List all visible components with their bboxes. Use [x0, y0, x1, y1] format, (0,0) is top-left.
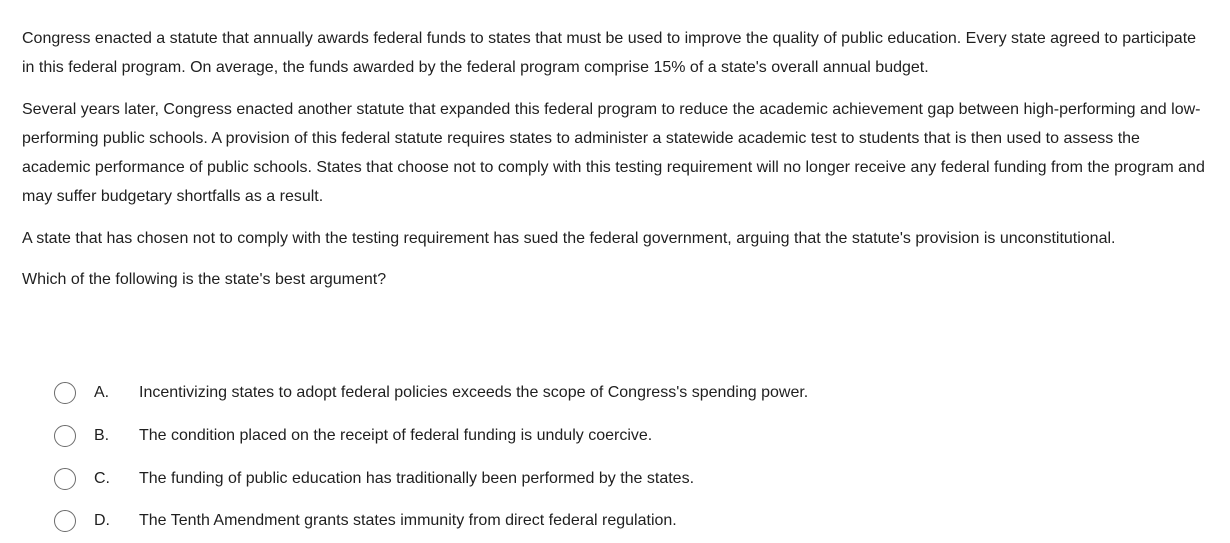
- radio-button-b[interactable]: [54, 425, 76, 448]
- choice-letter-d: D.: [94, 512, 110, 530]
- choice-text-c: The funding of public education has trad…: [139, 469, 695, 487]
- choice-letter-c: C.: [94, 469, 110, 487]
- radio-button-c[interactable]: [54, 467, 76, 490]
- question-paragraph-1: Congress enacted a statute that annually…: [22, 30, 1197, 77]
- radio-button-d[interactable]: [54, 510, 76, 533]
- choice-text-a: Incentivizing states to adopt federal po…: [139, 384, 809, 402]
- choice-text-d: The Tenth Amendment grants states immuni…: [139, 512, 677, 530]
- answer-choice-b[interactable]: B. The condition placed on the receipt o…: [54, 415, 1204, 458]
- choice-letter-a: A.: [94, 384, 110, 402]
- answer-choice-a[interactable]: A. Incentivizing states to adopt federal…: [54, 372, 1204, 415]
- radio-button-a[interactable]: [54, 382, 76, 405]
- question-prompt: Which of the following is the state's be…: [22, 271, 387, 289]
- question-stem: Congress enacted a statute that annually…: [22, 24, 1212, 294]
- choice-text-b: The condition placed on the receipt of f…: [139, 427, 653, 445]
- answer-choice-d[interactable]: D. The Tenth Amendment grants states imm…: [54, 500, 1204, 543]
- answer-choices: A. Incentivizing states to adopt federal…: [54, 372, 1204, 543]
- question-paragraph-3: A state that has chosen not to comply wi…: [22, 229, 1116, 247]
- answer-choice-c[interactable]: C. The funding of public education has t…: [54, 457, 1204, 500]
- choice-letter-b: B.: [94, 427, 110, 445]
- question-paragraph-2: Several years later, Congress enacted an…: [22, 100, 1205, 206]
